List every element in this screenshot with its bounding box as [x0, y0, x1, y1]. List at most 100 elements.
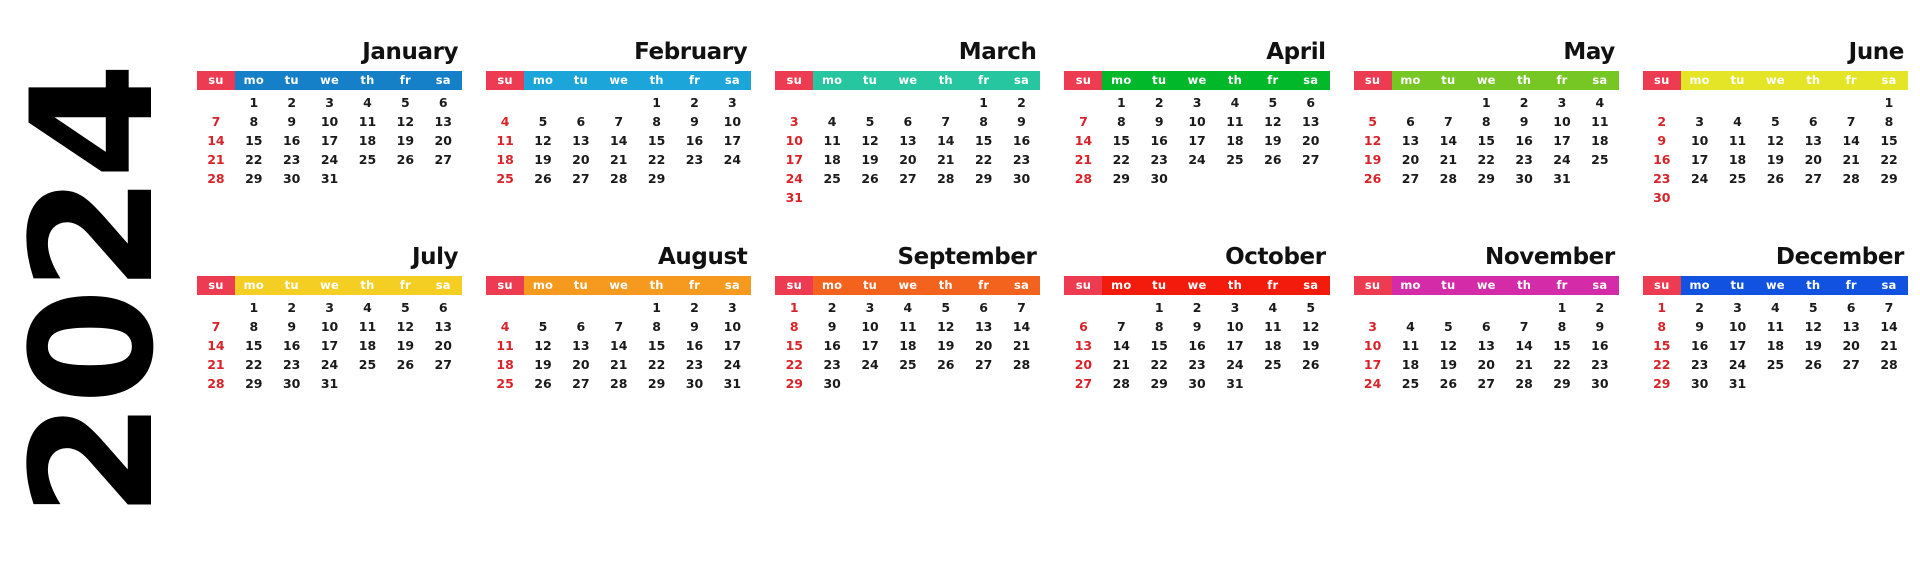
day-cell[interactable]: 12 [1254, 112, 1292, 131]
day-cell[interactable]: 22 [775, 355, 813, 374]
day-cell[interactable]: 11 [486, 131, 524, 150]
day-cell[interactable]: 27 [1832, 355, 1870, 374]
day-cell[interactable]: 10 [1216, 317, 1254, 336]
day-cell[interactable]: 4 [486, 112, 524, 131]
day-cell[interactable]: 15 [1102, 131, 1140, 150]
day-cell[interactable]: 5 [524, 112, 562, 131]
day-cell[interactable]: 27 [562, 374, 600, 393]
day-cell[interactable]: 13 [1292, 112, 1330, 131]
day-cell[interactable]: 27 [424, 355, 462, 374]
day-cell[interactable]: 26 [1794, 355, 1832, 374]
day-cell[interactable]: 7 [1870, 298, 1908, 317]
day-cell[interactable]: 6 [1794, 112, 1832, 131]
day-cell[interactable]: 9 [1643, 131, 1681, 150]
day-cell[interactable]: 2 [1140, 93, 1178, 112]
day-cell[interactable]: 30 [273, 169, 311, 188]
day-cell[interactable]: 13 [1832, 317, 1870, 336]
day-cell[interactable]: 10 [1681, 131, 1719, 150]
day-cell[interactable]: 1 [235, 298, 273, 317]
day-cell[interactable]: 29 [775, 374, 813, 393]
day-cell[interactable]: 21 [600, 150, 638, 169]
day-cell[interactable]: 19 [386, 131, 424, 150]
day-cell[interactable]: 13 [562, 336, 600, 355]
day-cell[interactable]: 28 [600, 169, 638, 188]
day-cell[interactable]: 9 [676, 112, 714, 131]
day-cell[interactable]: 18 [1719, 150, 1757, 169]
day-cell[interactable]: 15 [235, 336, 273, 355]
day-cell[interactable]: 12 [1292, 317, 1330, 336]
day-cell[interactable]: 17 [1354, 355, 1392, 374]
day-cell[interactable]: 26 [1292, 355, 1330, 374]
day-cell[interactable]: 9 [676, 317, 714, 336]
day-cell[interactable]: 31 [1719, 374, 1757, 393]
day-cell[interactable]: 17 [713, 131, 751, 150]
day-cell[interactable]: 29 [638, 169, 676, 188]
day-cell[interactable]: 24 [311, 355, 349, 374]
day-cell[interactable]: 24 [851, 355, 889, 374]
day-cell[interactable]: 9 [273, 317, 311, 336]
day-cell[interactable]: 21 [600, 355, 638, 374]
day-cell[interactable]: 15 [638, 131, 676, 150]
day-cell[interactable]: 5 [1429, 317, 1467, 336]
day-cell[interactable]: 26 [524, 374, 562, 393]
day-cell[interactable]: 9 [1581, 317, 1619, 336]
day-cell[interactable]: 18 [349, 336, 387, 355]
day-cell[interactable]: 16 [1581, 336, 1619, 355]
day-cell[interactable]: 3 [713, 298, 751, 317]
day-cell[interactable]: 2 [1003, 93, 1041, 112]
day-cell[interactable]: 14 [1064, 131, 1102, 150]
day-cell[interactable]: 30 [273, 374, 311, 393]
day-cell[interactable]: 30 [676, 374, 714, 393]
day-cell[interactable]: 12 [927, 317, 965, 336]
day-cell[interactable]: 22 [1140, 355, 1178, 374]
day-cell[interactable]: 27 [1794, 169, 1832, 188]
day-cell[interactable]: 2 [273, 93, 311, 112]
day-cell[interactable]: 17 [1216, 336, 1254, 355]
day-cell[interactable]: 10 [311, 112, 349, 131]
day-cell[interactable]: 1 [1467, 93, 1505, 112]
day-cell[interactable]: 13 [965, 317, 1003, 336]
day-cell[interactable]: 5 [386, 298, 424, 317]
day-cell[interactable]: 6 [562, 317, 600, 336]
day-cell[interactable]: 17 [1543, 131, 1581, 150]
day-cell[interactable]: 4 [1254, 298, 1292, 317]
day-cell[interactable]: 22 [638, 355, 676, 374]
day-cell[interactable]: 11 [1392, 336, 1430, 355]
day-cell[interactable]: 24 [1719, 355, 1757, 374]
day-cell[interactable]: 2 [1505, 93, 1543, 112]
day-cell[interactable]: 5 [1354, 112, 1392, 131]
day-cell[interactable]: 18 [486, 150, 524, 169]
day-cell[interactable]: 1 [965, 93, 1003, 112]
day-cell[interactable]: 24 [1216, 355, 1254, 374]
day-cell[interactable]: 6 [1064, 317, 1102, 336]
day-cell[interactable]: 19 [524, 150, 562, 169]
day-cell[interactable]: 6 [965, 298, 1003, 317]
day-cell[interactable]: 11 [1756, 317, 1794, 336]
day-cell[interactable]: 12 [1756, 131, 1794, 150]
day-cell[interactable]: 20 [562, 355, 600, 374]
day-cell[interactable]: 17 [713, 336, 751, 355]
day-cell[interactable]: 29 [1643, 374, 1681, 393]
day-cell[interactable]: 20 [965, 336, 1003, 355]
day-cell[interactable]: 10 [851, 317, 889, 336]
day-cell[interactable]: 27 [889, 169, 927, 188]
day-cell[interactable]: 4 [1581, 93, 1619, 112]
day-cell[interactable]: 15 [775, 336, 813, 355]
day-cell[interactable]: 27 [1392, 169, 1430, 188]
day-cell[interactable]: 21 [1102, 355, 1140, 374]
day-cell[interactable]: 23 [273, 355, 311, 374]
day-cell[interactable]: 5 [927, 298, 965, 317]
day-cell[interactable]: 5 [386, 93, 424, 112]
day-cell[interactable]: 9 [1003, 112, 1041, 131]
day-cell[interactable]: 25 [1392, 374, 1430, 393]
day-cell[interactable]: 10 [1354, 336, 1392, 355]
day-cell[interactable]: 9 [1178, 317, 1216, 336]
day-cell[interactable]: 11 [889, 317, 927, 336]
day-cell[interactable]: 2 [1178, 298, 1216, 317]
day-cell[interactable]: 18 [813, 150, 851, 169]
day-cell[interactable]: 15 [235, 131, 273, 150]
day-cell[interactable]: 20 [1392, 150, 1430, 169]
day-cell[interactable]: 4 [1392, 317, 1430, 336]
day-cell[interactable]: 15 [965, 131, 1003, 150]
day-cell[interactable]: 3 [1543, 93, 1581, 112]
